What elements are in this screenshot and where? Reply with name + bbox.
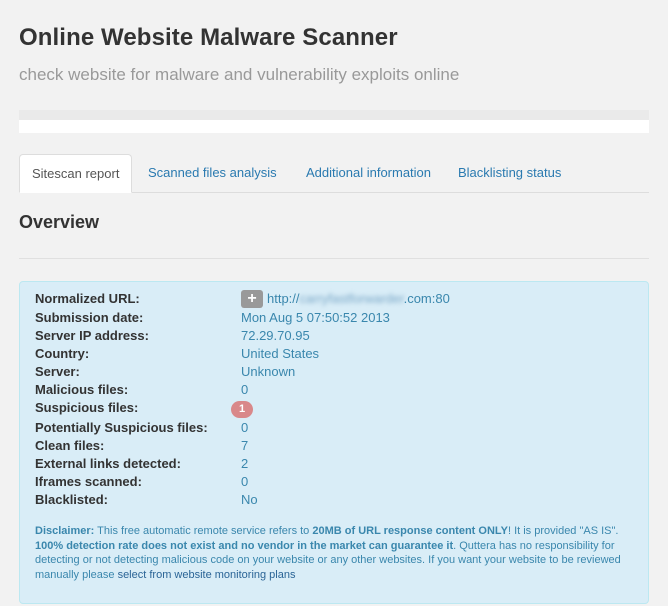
url-prefix[interactable]: http:// bbox=[267, 291, 300, 306]
overview-panel: Normalized URL: + http://carryfastforward… bbox=[19, 281, 649, 604]
row-value: Mon Aug 5 07:50:52 2013 bbox=[241, 310, 390, 325]
row-value: No bbox=[241, 492, 258, 507]
row-value: 0 bbox=[241, 420, 249, 435]
row-value: 0 bbox=[241, 382, 249, 397]
row-label: Suspicious files: bbox=[35, 400, 139, 415]
disclaimer-label: Disclaimer: bbox=[35, 525, 95, 537]
tab-blacklisting-status[interactable]: Blacklisting status bbox=[458, 154, 561, 192]
row-value: United States bbox=[241, 346, 320, 361]
row-label: Blacklisted: bbox=[35, 492, 108, 507]
tab-additional-information[interactable]: Additional information bbox=[306, 154, 431, 192]
row-label: Iframes scanned: bbox=[35, 474, 142, 489]
row-label: Normalized URL: bbox=[35, 291, 140, 306]
expand-plus-icon[interactable]: + bbox=[241, 290, 263, 308]
monitoring-plans-link[interactable]: select from website monitoring plans bbox=[118, 569, 296, 581]
url-domain-blurred[interactable]: carryfastforwarder bbox=[300, 291, 404, 306]
disclaimer-part: This free automatic remote service refer… bbox=[94, 525, 313, 537]
row-label: Malicious files: bbox=[35, 382, 129, 397]
row-label: Server: bbox=[35, 364, 80, 379]
normalized-url-value: + http://carryfastforwarder.com:80 bbox=[241, 290, 450, 308]
disclaimer-bold: 100% detection rate does not exist and n… bbox=[35, 539, 454, 552]
scan-progress-bar bbox=[19, 110, 649, 133]
suspicious-files-value: 1 bbox=[231, 399, 254, 418]
row-value: 72.29.70.95 bbox=[241, 328, 310, 343]
row-label: External links detected: bbox=[35, 456, 181, 471]
row-label: Server IP address: bbox=[35, 328, 149, 343]
suspicious-count-badge[interactable]: 1 bbox=[231, 401, 254, 418]
page-subtitle: check website for malware and vulnerabil… bbox=[19, 65, 460, 84]
row-value: 0 bbox=[241, 474, 249, 489]
row-label: Submission date: bbox=[35, 310, 144, 325]
section-divider bbox=[19, 258, 649, 259]
row-label: Clean files: bbox=[35, 438, 105, 453]
url-suffix[interactable]: .com:80 bbox=[404, 291, 450, 306]
page-title: Online Website Malware Scanner bbox=[19, 24, 398, 51]
row-label: Potentially Suspicious files: bbox=[35, 420, 208, 435]
disclaimer-text: Disclaimer: This free automatic remote s… bbox=[35, 524, 633, 582]
overview-title: Overview bbox=[19, 212, 100, 232]
row-label: Country: bbox=[35, 346, 90, 361]
row-value: 7 bbox=[241, 438, 249, 453]
disclaimer-bold: 20MB of URL response content ONLY bbox=[312, 525, 508, 537]
tab-sitescan-report[interactable]: Sitescan report bbox=[19, 154, 133, 193]
row-value: 2 bbox=[241, 456, 249, 471]
tab-scanned-files-analysis[interactable]: Scanned files analysis bbox=[148, 154, 277, 192]
disclaimer-part: ! It is provided "AS IS". bbox=[507, 525, 619, 537]
report-tabs: Sitescan report Scanned files analysis A… bbox=[19, 154, 649, 193]
row-value: Unknown bbox=[241, 364, 296, 379]
